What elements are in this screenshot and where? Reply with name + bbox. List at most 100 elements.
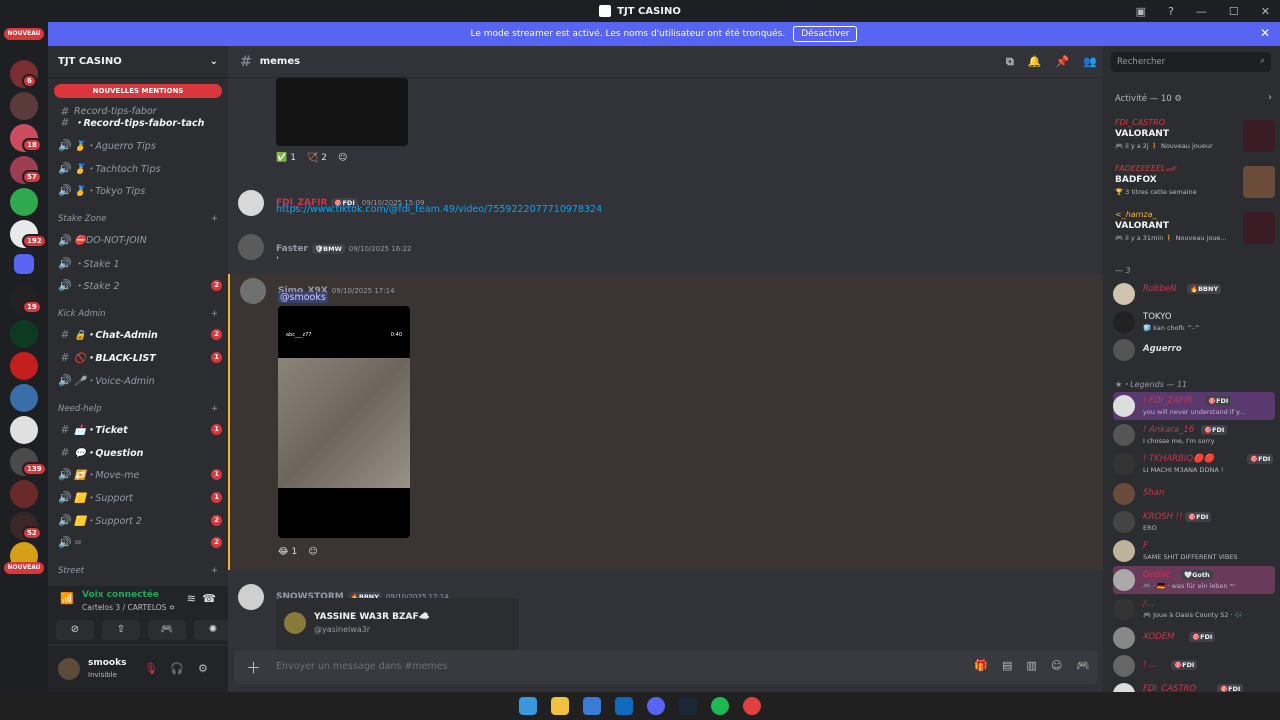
voice-status[interactable]: Voix connectée <box>82 590 159 600</box>
avatar[interactable] <box>238 234 264 260</box>
video-attachment[interactable] <box>276 78 408 146</box>
edge-icon[interactable] <box>519 697 537 715</box>
member-item[interactable]: TOKYO 🧊 kan chofk ^-^ <box>1113 308 1275 336</box>
reaction[interactable]: 😂 1 <box>278 547 297 557</box>
server-icon[interactable] <box>10 416 38 444</box>
member-item[interactable]: ! Ankara_16 🎯FDI I chosse me, I'm sorry <box>1113 421 1275 449</box>
close-banner-icon[interactable]: ✕ <box>1260 26 1270 40</box>
voice-channel[interactable]: Cartelos 3 / CARTELOS ✡ <box>82 603 175 612</box>
member-item[interactable]: ! TKHARBIQ🔴🔴 🎯FDI LI MACHI M3ANA DDNA ! <box>1113 450 1275 478</box>
category-need-help[interactable]: Need-help + <box>58 404 218 418</box>
screen-share-button[interactable]: ⇧ <box>102 620 140 640</box>
server-icon[interactable] <box>10 92 38 120</box>
member-item[interactable]: Shan <box>1113 480 1275 508</box>
embed-card[interactable]: YASSINE WA3R BZAF☁️ @yasinelwa3r <box>276 598 519 650</box>
add-reaction-icon[interactable]: ☺ <box>308 547 317 557</box>
spotify-icon[interactable] <box>711 697 729 715</box>
server-icon[interactable] <box>10 352 38 380</box>
gif-icon[interactable]: ▤ <box>1002 659 1012 672</box>
inbox-icon[interactable]: ▣ <box>1136 5 1146 18</box>
user-mention[interactable]: @smooks <box>278 292 328 303</box>
activity-button[interactable]: 🎮 <box>148 620 186 640</box>
member-item[interactable]: F SAME SHIT DIFFERENT VIBES <box>1113 537 1275 565</box>
member-item[interactable]: RobbeN 🔥BBNY <box>1113 280 1275 308</box>
outlook-icon[interactable] <box>615 697 633 715</box>
member-item[interactable]: /... 🎮 Joue à Oasis County S2 · 🎶 <box>1113 595 1275 623</box>
avatar[interactable] <box>238 190 264 216</box>
reaction[interactable]: 🏹 2 <box>307 153 327 163</box>
channel-item[interactable]: 🔊 ⛔DO-NOT-JOIN <box>56 231 222 249</box>
category-street[interactable]: Street + <box>58 566 218 580</box>
gift-icon[interactable]: 🎁 <box>974 659 988 672</box>
avatar[interactable] <box>240 278 266 304</box>
file-explorer-icon[interactable] <box>551 697 569 715</box>
chevron-right-icon[interactable]: › <box>1268 92 1272 103</box>
channel-item[interactable]: 🔊 🟨・Support 1 <box>56 488 222 506</box>
settings-gear-icon[interactable]: ⚙ <box>198 662 208 675</box>
category-stake[interactable]: Stake Zone + <box>58 214 218 228</box>
channel-item[interactable]: 🔊 🟨・Support 2 2 <box>56 511 222 529</box>
camera-off-button[interactable]: ⊘ <box>56 620 94 640</box>
member-item[interactable]: FDI_CASTRO 🎯FDI <box>1113 680 1275 692</box>
activity-header[interactable]: Activité — 10 ⚙ <box>1115 94 1182 104</box>
channel-item[interactable]: 🔊 ・Stake 1 <box>56 254 222 272</box>
store-icon[interactable] <box>583 697 601 715</box>
sticker-icon[interactable]: ▥ <box>1026 659 1036 672</box>
deafen-icon[interactable]: 🎧 <box>170 662 184 675</box>
close-window-icon[interactable]: ✕ <box>1261 5 1270 18</box>
apps-icon[interactable]: 🎮 <box>1076 659 1090 672</box>
channel-item[interactable]: # 💬・Question <box>56 443 222 461</box>
emoji-icon[interactable]: ☺ <box>1051 659 1062 672</box>
new-mentions-pill[interactable]: NOUVELLES MENTIONS <box>54 84 222 98</box>
channel-item[interactable]: 🔊 🥇・Aguerro Tips <box>56 136 222 154</box>
member-item[interactable]: ! FDI_ZAFIR 🎯FDI you will never understand… <box>1113 392 1275 420</box>
channel-item[interactable]: 🔊 🎤・Voice-Admin <box>56 371 222 389</box>
noise-suppression-icon[interactable]: ≋ <box>187 592 196 605</box>
channel-item[interactable]: # 🚫・BLACK-LIST 1 <box>56 348 222 366</box>
server-icon[interactable] <box>10 188 38 216</box>
members-icon[interactable]: 👥 <box>1083 55 1097 69</box>
server-icon[interactable] <box>10 320 38 348</box>
server-icon[interactable] <box>10 480 38 508</box>
channel-item[interactable]: 🔊 🥇・Tokyo Tips <box>56 181 222 199</box>
channel-item[interactable]: # 🔒・Chat-Admin 2 <box>56 325 222 343</box>
bell-icon[interactable]: 🔔 <box>1028 55 1042 69</box>
soundboard-button[interactable]: ✺ <box>194 620 232 640</box>
member-item[interactable]: Aguerro <box>1113 336 1275 364</box>
app-icon[interactable] <box>743 697 761 715</box>
activity-card[interactable]: <_hamza_ VALORANT 🎮 il y a 31min 🚶 Nouve… <box>1109 208 1277 250</box>
channel-item[interactable]: # ・Record-tips-fabor-tach <box>56 113 222 131</box>
add-channel-icon[interactable]: + <box>211 309 218 323</box>
disable-streamer-button[interactable]: Désactiver <box>793 26 858 42</box>
activity-card[interactable]: FDI_CASTRO VALORANT 🎮 il y a 2j 🚶 Nouvea… <box>1109 116 1277 158</box>
activity-card[interactable]: FADEEEEEEL🏎 BADFOX 🏆 3 titres cette sema… <box>1109 162 1277 204</box>
member-item[interactable]: KROSH !! 🎯FDI ERO <box>1113 508 1275 536</box>
tiktok-link[interactable]: https://www.tiktok.com/@fdi_team.49/vide… <box>276 204 602 215</box>
help-icon[interactable]: ? <box>1168 5 1174 18</box>
member-item[interactable]: ! ... 🎯FDI <box>1113 652 1275 680</box>
username[interactable]: smooks <box>88 658 126 668</box>
avatar[interactable] <box>238 584 264 610</box>
server-icon[interactable] <box>10 384 38 412</box>
add-channel-icon[interactable]: + <box>211 214 218 228</box>
discord-icon[interactable] <box>647 697 665 715</box>
minimize-icon[interactable]: — <box>1196 5 1207 18</box>
video-attachment[interactable]: abc___z77 0:40 <box>278 306 410 538</box>
threads-icon[interactable]: ⧉ <box>1006 55 1014 69</box>
add-channel-icon[interactable]: + <box>211 566 218 580</box>
channel-item[interactable]: 🔊 ・Stake 2 2 <box>56 276 222 294</box>
category-kick[interactable]: Kick Admin + <box>58 309 218 323</box>
channel-item[interactable]: # 📩・Ticket 1 <box>56 420 222 438</box>
folder-icon[interactable] <box>14 254 34 274</box>
add-reaction-icon[interactable]: ☺ <box>338 153 347 163</box>
mute-icon[interactable]: 🎙 <box>144 662 158 675</box>
member-item[interactable]: Gothic 🤍Goth 🎮 · 🇩🇪 · was für ein leben ᵒᵒ <box>1113 566 1275 594</box>
maximize-icon[interactable]: ☐ <box>1229 5 1239 18</box>
steam-icon[interactable] <box>679 697 697 715</box>
channel-item[interactable]: 🔊 🥇・Tachtoch Tips <box>56 159 222 177</box>
disconnect-icon[interactable]: ☎ <box>202 592 216 605</box>
avatar[interactable] <box>58 658 80 680</box>
author-name[interactable]: Faster <box>276 244 308 254</box>
member-item[interactable]: XODEM 🎯FDI <box>1113 624 1275 652</box>
channel-item[interactable]: 🔊 = 2 <box>56 533 222 551</box>
